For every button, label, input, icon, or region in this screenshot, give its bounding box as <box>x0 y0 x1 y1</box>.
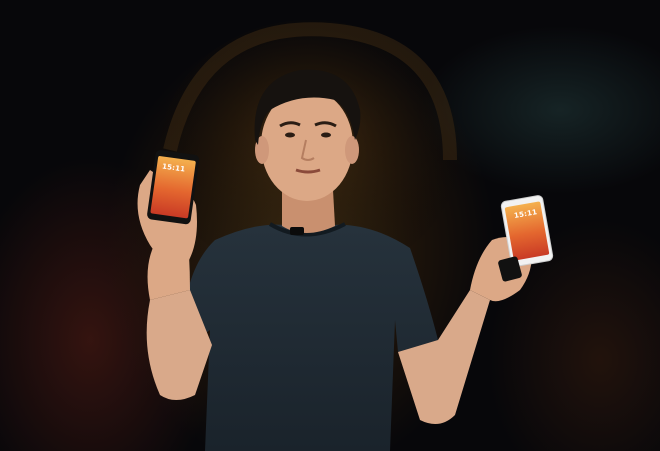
lapel-mic <box>290 227 304 235</box>
presenter-illustration <box>137 20 554 451</box>
tshirt <box>188 224 438 451</box>
eye-right <box>321 132 331 138</box>
photo-scene: 15:11 15:11 <box>0 0 660 451</box>
ear-right <box>345 136 359 164</box>
eye-left <box>285 132 295 138</box>
